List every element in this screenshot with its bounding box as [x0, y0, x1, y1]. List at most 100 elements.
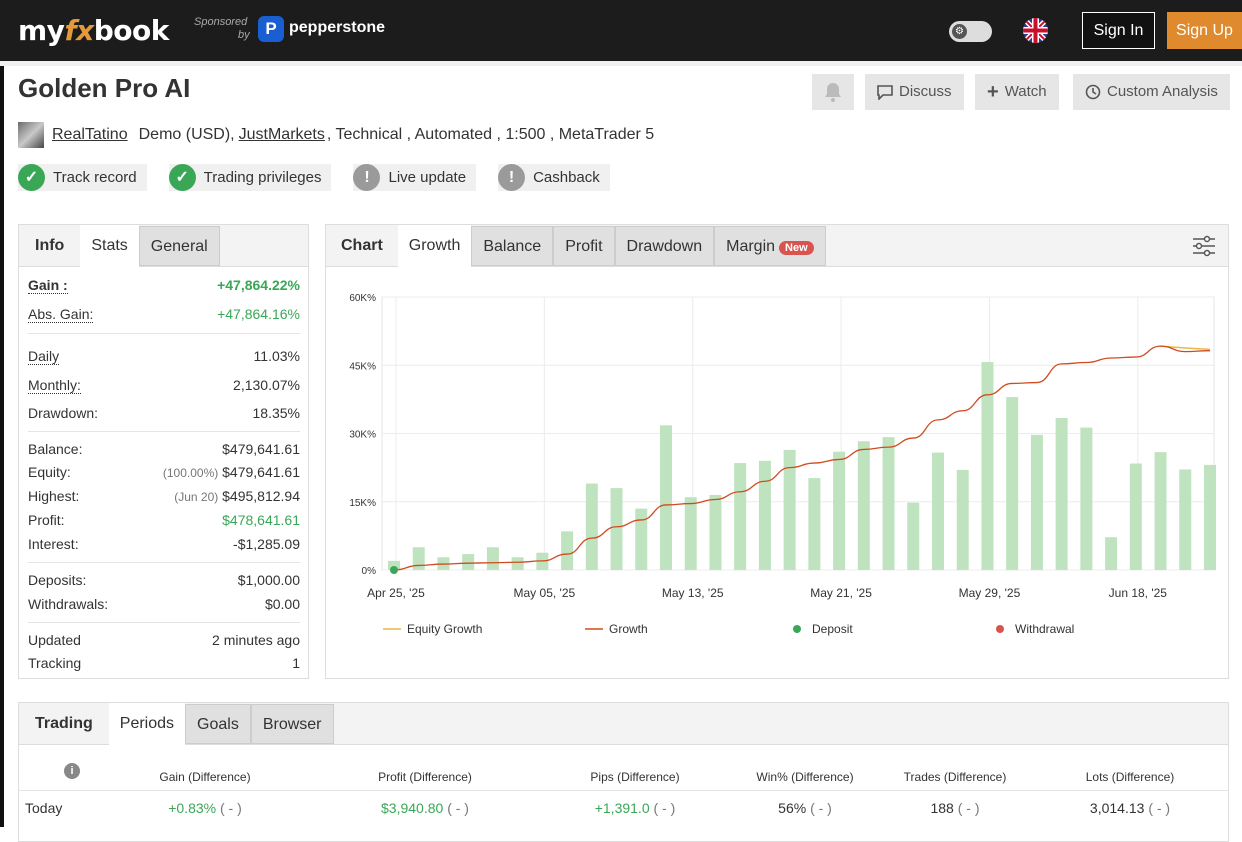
cashback-badge[interactable]: ! Cashback: [498, 164, 610, 191]
growth-bar: [981, 362, 994, 570]
growth-bar: [635, 508, 648, 570]
pepperstone-logo-icon[interactable]: P: [258, 16, 284, 42]
divider: [28, 562, 300, 563]
logo-text-my: my: [18, 14, 65, 47]
growth-chart[interactable]: 0% 15K% 30K% 45K% 60K% Apr 25, '25 May 05, '25…: [326, 268, 1228, 678]
x-tick-label: May 21, '25: [810, 586, 872, 600]
cell-profit: $3,940.80 ( - ): [381, 800, 469, 816]
account-meta: RealTatino Demo (USD), JustMarkets , Tec…: [18, 122, 654, 148]
discuss-button[interactable]: Discuss: [865, 74, 964, 110]
tab-margin[interactable]: Margin New: [714, 226, 826, 266]
sign-up-button[interactable]: Sign Up: [1167, 12, 1242, 49]
cell-gain: +0.83% ( - ): [168, 800, 242, 816]
growth-bar: [486, 547, 499, 570]
chart-panel: Chart Growth Balance Profit Drawdown Mar…: [325, 224, 1229, 679]
growth-bar: [1129, 463, 1142, 570]
profit-row: Profit: $478,641.61: [28, 512, 300, 528]
growth-bar: [907, 502, 920, 570]
chart-tabs-label: Chart: [341, 237, 383, 254]
cell-win: 56% ( - ): [778, 800, 832, 816]
tab-trading[interactable]: Trading: [19, 703, 109, 745]
daily-row: Daily 11.03%: [28, 348, 300, 365]
growth-bar: [462, 554, 475, 570]
row-period-label: Today: [25, 800, 63, 816]
info-panel: Info Stats General Gain : +47,864.22% Abs…: [18, 224, 309, 679]
tab-periods[interactable]: Periods: [108, 703, 186, 745]
myfxbook-logo[interactable]: myfxbook: [18, 14, 169, 47]
logo-text-book: book: [93, 14, 170, 47]
tracking-row: Tracking 1: [28, 655, 300, 671]
y-tick-label: 30K%: [349, 430, 376, 441]
divider: [28, 333, 300, 334]
notification-button[interactable]: [812, 74, 854, 110]
legend-label: Withdrawal: [1015, 622, 1074, 636]
column-header-profit[interactable]: Profit (Difference): [350, 770, 500, 784]
gear-icon: ⚙: [952, 24, 967, 39]
uk-flag-icon[interactable]: [1023, 18, 1048, 43]
legend-withdrawal-marker: [996, 625, 1004, 633]
tab-browser[interactable]: Browser: [250, 704, 334, 744]
interest-row: Interest: -$1,285.09: [28, 536, 300, 552]
chart-settings-icon[interactable]: [1192, 235, 1216, 257]
plus-icon: +: [987, 81, 999, 103]
tab-stats[interactable]: Stats: [80, 225, 139, 267]
verification-badges: ✓ Track record ✓ Trading privileges ! Live …: [18, 164, 610, 191]
x-tick-label: May 05, '25: [514, 586, 576, 600]
x-tick-label: May 13, '25: [662, 586, 724, 600]
sign-in-button[interactable]: Sign In: [1082, 12, 1155, 49]
growth-bar: [684, 497, 697, 570]
abs-gain-row: Abs. Gain: +47,864.16%: [28, 306, 300, 323]
tab-profit[interactable]: Profit: [553, 226, 615, 266]
user-link[interactable]: RealTatino: [52, 126, 128, 144]
tab-general[interactable]: General: [138, 226, 220, 266]
growth-bar: [857, 441, 870, 570]
exclamation-icon: !: [498, 164, 526, 191]
tab-info[interactable]: Info: [19, 225, 80, 267]
tab-goals[interactable]: Goals: [185, 704, 251, 744]
trading-privileges-badge[interactable]: ✓ Trading privileges: [168, 164, 332, 191]
withdrawals-row: Withdrawals: $0.00: [28, 596, 300, 612]
pepperstone-name[interactable]: pepperstone: [289, 19, 385, 37]
x-tick-label: Jun 18, '25: [1109, 586, 1168, 600]
growth-bar: [660, 425, 672, 570]
equity-row: Equity: (100.00%) $479,641.61: [28, 464, 300, 480]
live-update-badge[interactable]: ! Live update: [353, 164, 477, 191]
chart-tabs: Chart Growth Balance Profit Drawdown Mar…: [326, 225, 1228, 267]
tab-drawdown[interactable]: Drawdown: [614, 226, 715, 266]
growth-bar: [610, 488, 623, 570]
growth-bar: [1055, 418, 1068, 570]
column-header-trades[interactable]: Trades (Difference): [885, 770, 1025, 784]
left-edge-rule: [0, 66, 4, 827]
check-icon: ✓: [18, 164, 45, 191]
cell-trades: 188 ( - ): [930, 800, 980, 816]
exclamation-icon: !: [353, 164, 381, 191]
tab-growth[interactable]: Growth: [397, 225, 472, 267]
info-icon[interactable]: i: [64, 763, 80, 779]
discuss-label: Discuss: [899, 83, 952, 100]
theme-toggle[interactable]: ⚙: [949, 21, 992, 42]
column-header-win[interactable]: Win% (Difference): [735, 770, 875, 784]
broker-link[interactable]: JustMarkets: [239, 126, 325, 144]
tab-balance[interactable]: Balance: [471, 226, 554, 266]
check-icon: ✓: [168, 164, 196, 191]
legend-deposit-marker: [793, 625, 801, 633]
deposit-point: [390, 566, 398, 574]
bell-icon: [825, 83, 841, 102]
x-tick-label: May 29, '25: [959, 586, 1021, 600]
growth-bar: [1030, 434, 1043, 570]
growth-bar: [808, 478, 821, 570]
account-details: , Technical , Automated , 1:500 , MetaTr…: [326, 126, 655, 143]
watch-button[interactable]: + Watch: [975, 74, 1059, 110]
logo-text-fx: fx: [64, 14, 94, 47]
column-header-lots[interactable]: Lots (Difference): [1060, 770, 1200, 784]
y-tick-label: 0%: [362, 566, 377, 577]
column-header-gain[interactable]: Gain (Difference): [140, 770, 270, 784]
trading-tabs: Trading Periods Goals Browser: [19, 703, 1228, 745]
avatar[interactable]: [18, 122, 44, 148]
growth-bar: [709, 494, 722, 570]
track-record-badge[interactable]: ✓ Track record: [18, 164, 147, 191]
custom-analysis-button[interactable]: Custom Analysis: [1073, 74, 1230, 110]
growth-bar: [1154, 452, 1167, 570]
column-header-pips[interactable]: Pips (Difference): [565, 770, 705, 784]
growth-bar: [758, 460, 771, 570]
